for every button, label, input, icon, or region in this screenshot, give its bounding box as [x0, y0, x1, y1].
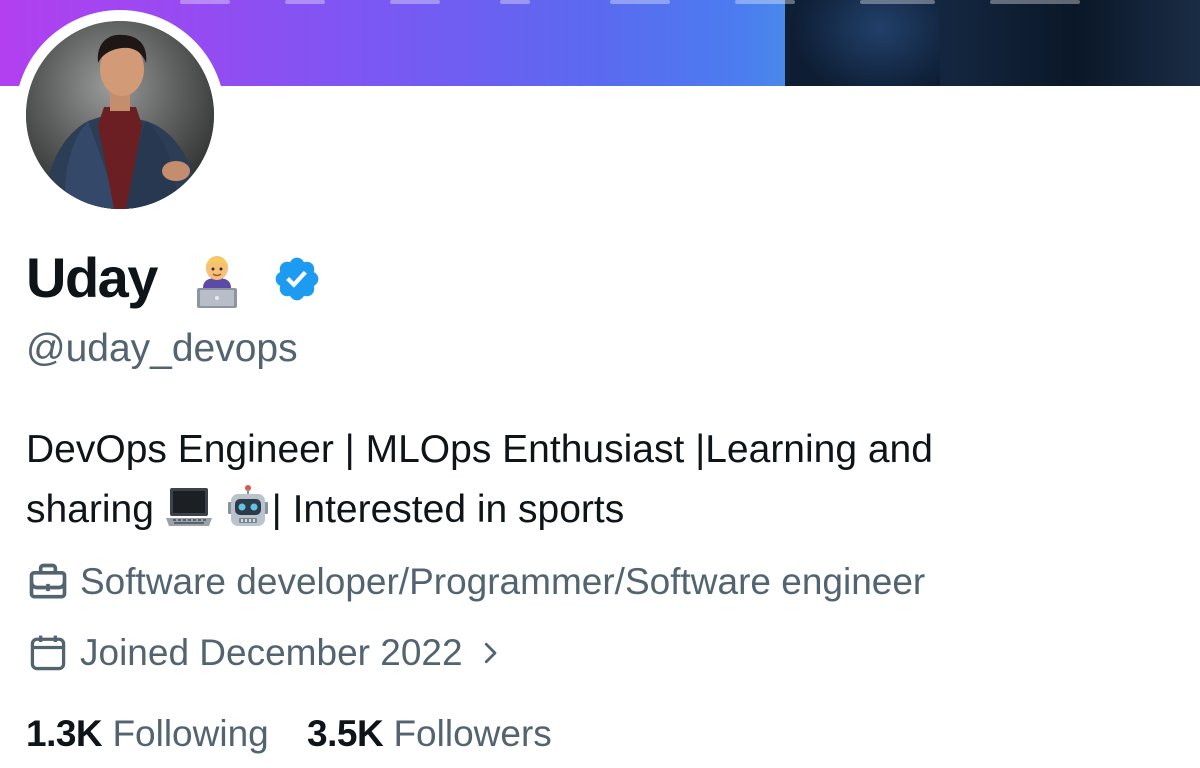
avatar-photo: [26, 21, 214, 209]
display-name: Uday: [26, 246, 158, 309]
chevron-right-icon[interactable]: [475, 638, 505, 668]
banner-text-fragment: [390, 0, 440, 4]
calendar-icon: [30, 635, 66, 671]
banner-text-fragment: [285, 0, 325, 4]
profile-handle: @uday_devops: [26, 327, 298, 370]
banner-text-fragment: [990, 0, 1080, 4]
avatar[interactable]: [26, 21, 214, 209]
laptop-emoji: [165, 488, 212, 526]
following-count: 1.3K: [26, 713, 103, 754]
banner-text-fragment: [735, 0, 795, 4]
banner-text-fragment: [860, 0, 935, 4]
followers-link[interactable]: 3.5K Followers: [307, 713, 552, 754]
profile-bio: DevOps Engineer | MLOps Enthusiast |Lear…: [26, 420, 1176, 540]
profession-text: Software developer/Programmer/Software e…: [80, 561, 926, 602]
robot-emoji: [227, 485, 268, 526]
profile-page: Uday @uday_devops DevOps Engineer | MLOp…: [0, 0, 1200, 768]
bio-text-sharing: sharing: [26, 488, 154, 531]
following-label: Following: [112, 713, 269, 754]
follow-stats: 1.3K Following 3.5K Followers: [26, 711, 580, 757]
following-link[interactable]: 1.3K Following: [26, 713, 269, 754]
followers-label: Followers: [393, 713, 552, 754]
bio-text-sports: | Interested in sports: [271, 488, 625, 531]
followers-count: 3.5K: [307, 713, 384, 754]
profession-row: Software developer/Programmer/Software e…: [26, 559, 925, 605]
banner-text-fragment: [500, 0, 530, 4]
banner-text-fragment: [610, 0, 670, 4]
bio-line-2: sharing | Interested in sports: [26, 480, 1176, 540]
technologist-emoji: [197, 256, 237, 308]
briefcase-icon: [29, 563, 67, 599]
banner-text-fragment: [180, 0, 230, 4]
joined-text: Joined December 2022: [80, 632, 463, 673]
banner-figure: [790, 0, 940, 86]
verified-badge-icon[interactable]: [272, 254, 322, 304]
joined-row[interactable]: Joined December 2022: [26, 630, 505, 676]
bio-line-1: DevOps Engineer | MLOps Enthusiast |Lear…: [26, 428, 933, 471]
